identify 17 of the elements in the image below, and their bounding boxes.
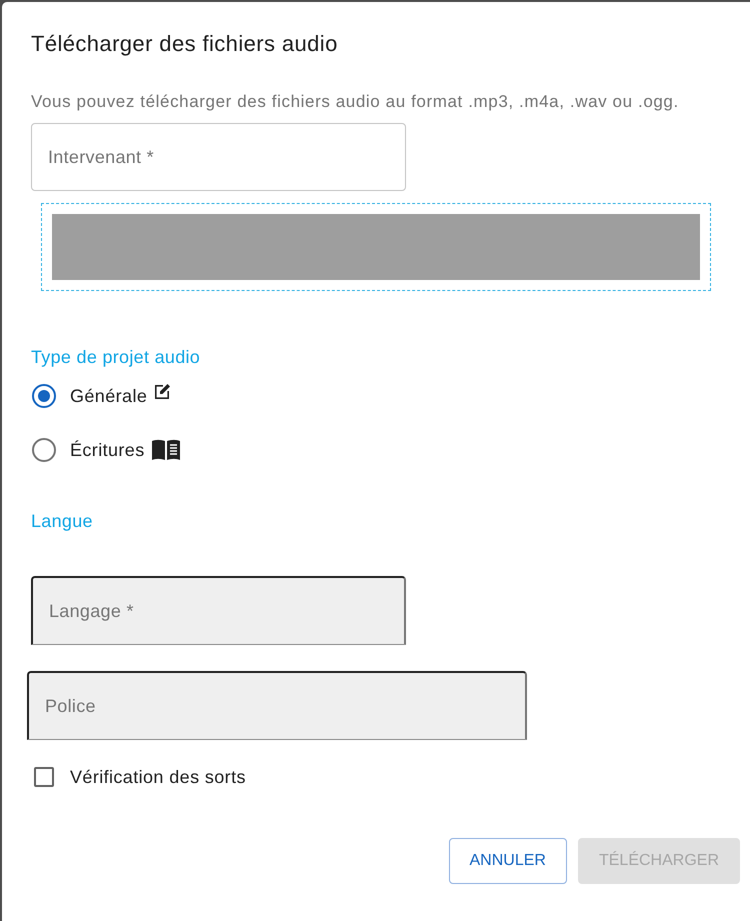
book-icon (150, 439, 181, 461)
edit-icon (153, 382, 172, 400)
input-field[interactable]: Langage * (31, 576, 406, 645)
radio-label[interactable]: Écritures (70, 440, 145, 460)
dropzone[interactable] (41, 203, 711, 291)
input-field[interactable]: Police (27, 671, 527, 740)
input-field[interactable]: Intervenant * (31, 123, 406, 191)
radio-button[interactable] (32, 384, 56, 408)
checkbox-label[interactable]: Vérification des sorts (70, 766, 246, 788)
radio-label[interactable]: Générale (70, 386, 148, 406)
dialog-title: Télécharger des fichiers audio (31, 30, 339, 58)
checkbox[interactable] (34, 767, 54, 787)
section-label: Langue (31, 510, 94, 533)
radio-button[interactable] (32, 438, 56, 462)
dialog-description: Vous pouvez télécharger des fichiers audio au format .mp3, .m4a, .wav ou .ogg. (31, 91, 680, 113)
section-label: Type de projet audio (31, 346, 202, 369)
cancel-button[interactable]: ANNULER (448, 838, 567, 884)
